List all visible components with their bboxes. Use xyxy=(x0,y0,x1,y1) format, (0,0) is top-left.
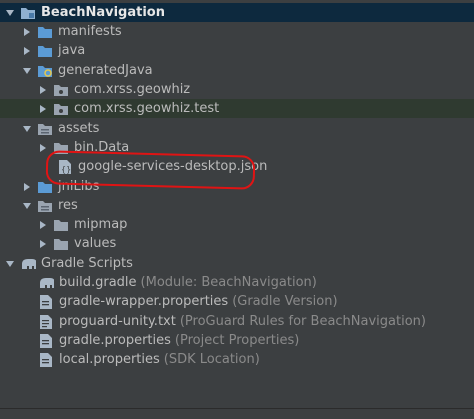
properties-file-icon xyxy=(38,294,54,310)
tree-item-gradle-wrapper[interactable]: gradle-wrapper.properties (Gradle Versio… xyxy=(0,292,474,311)
chevron-down-icon[interactable] xyxy=(3,6,17,20)
tree-item-assets[interactable]: assets xyxy=(0,119,474,138)
red-annotation-circle xyxy=(45,150,256,190)
tree-item-mipmap[interactable]: mipmap xyxy=(0,215,474,234)
tree-item-local-properties[interactable]: local.properties (SDK Location) xyxy=(0,350,474,369)
tree-item-label: Gradle Scripts xyxy=(41,256,133,271)
tree-item-java[interactable]: java xyxy=(0,41,474,60)
tree-item-manifests[interactable]: manifests xyxy=(0,22,474,41)
generated-folder-icon xyxy=(37,63,53,79)
chevron-down-icon[interactable] xyxy=(20,122,34,136)
folder-icon xyxy=(37,43,53,59)
tree-item-label: com.xrss.geowhiz xyxy=(74,82,191,97)
tree-item-generatedjava[interactable]: generatedJava xyxy=(0,61,474,80)
tree-item-root[interactable]: BeachNavigation xyxy=(0,3,474,22)
tree-item-label: generatedJava xyxy=(58,63,153,78)
chevron-down-icon[interactable] xyxy=(20,199,34,213)
tree-item-label: gradle.properties xyxy=(59,333,171,348)
tree-item-label: res xyxy=(58,198,78,213)
chevron-right-icon[interactable] xyxy=(36,83,50,97)
tree-item-label: values xyxy=(74,236,117,251)
package-icon xyxy=(53,101,69,117)
tree-item-label: assets xyxy=(58,121,100,136)
tree-item-hint: (Project Properties) xyxy=(174,333,300,348)
properties-file-icon xyxy=(38,333,54,349)
tree-item-build-gradle[interactable]: build.gradle (Module: BeachNavigation) xyxy=(0,273,474,292)
chevron-down-icon[interactable] xyxy=(20,64,34,78)
tree-item-proguard[interactable]: proguard-unity.txt (ProGuard Rules for B… xyxy=(0,312,474,331)
tree-item-label: com.xrss.geowhiz.test xyxy=(74,101,220,116)
folder-icon xyxy=(53,217,69,233)
res-folder-icon xyxy=(37,198,53,214)
tree-item-gradle-scripts[interactable]: Gradle Scripts xyxy=(0,254,474,273)
assets-folder-icon xyxy=(37,121,53,137)
chevron-right-icon[interactable] xyxy=(36,237,50,251)
chevron-right-icon[interactable] xyxy=(36,141,50,155)
tree-item-hint: (ProGuard Rules for BeachNavigation) xyxy=(179,314,426,329)
tree-item-values[interactable]: values xyxy=(0,234,474,253)
gradle-file-icon xyxy=(38,275,54,291)
tree-item-hint: (Module: BeachNavigation) xyxy=(140,275,317,290)
chevron-right-icon[interactable] xyxy=(36,102,50,116)
tree-item-package-test[interactable]: com.xrss.geowhiz.test xyxy=(0,99,474,118)
tree-item-label: proguard-unity.txt xyxy=(59,314,176,329)
tree-item-label: manifests xyxy=(58,24,122,39)
text-file-icon xyxy=(38,314,54,330)
tree-item-gradle-properties[interactable]: gradle.properties (Project Properties) xyxy=(0,331,474,350)
tree-item-label: mipmap xyxy=(74,217,128,232)
chevron-right-icon[interactable] xyxy=(20,25,34,39)
properties-file-icon xyxy=(38,352,54,368)
chevron-right-icon[interactable] xyxy=(20,44,34,58)
tree-item-label: java xyxy=(58,43,86,58)
tree-item-package[interactable]: com.xrss.geowhiz xyxy=(0,80,474,99)
tree-item-res[interactable]: res xyxy=(0,196,474,215)
tree-item-label: local.properties xyxy=(59,352,160,367)
chevron-right-icon[interactable] xyxy=(20,180,34,194)
module-folder-icon xyxy=(20,5,36,21)
folder-icon xyxy=(53,236,69,252)
tree-item-hint: (Gradle Version) xyxy=(232,294,338,309)
tree-item-label: BeachNavigation xyxy=(41,5,165,20)
tree-item-hint: (SDK Location) xyxy=(163,352,260,367)
chevron-right-icon[interactable] xyxy=(36,218,50,232)
bottom-divider xyxy=(0,408,474,419)
package-icon xyxy=(53,82,69,98)
chevron-down-icon[interactable] xyxy=(3,257,17,271)
gradle-elephant-icon xyxy=(20,256,36,272)
tree-item-label: gradle-wrapper.properties xyxy=(59,294,229,309)
tree-item-label: build.gradle xyxy=(59,275,137,290)
folder-icon xyxy=(37,24,53,40)
